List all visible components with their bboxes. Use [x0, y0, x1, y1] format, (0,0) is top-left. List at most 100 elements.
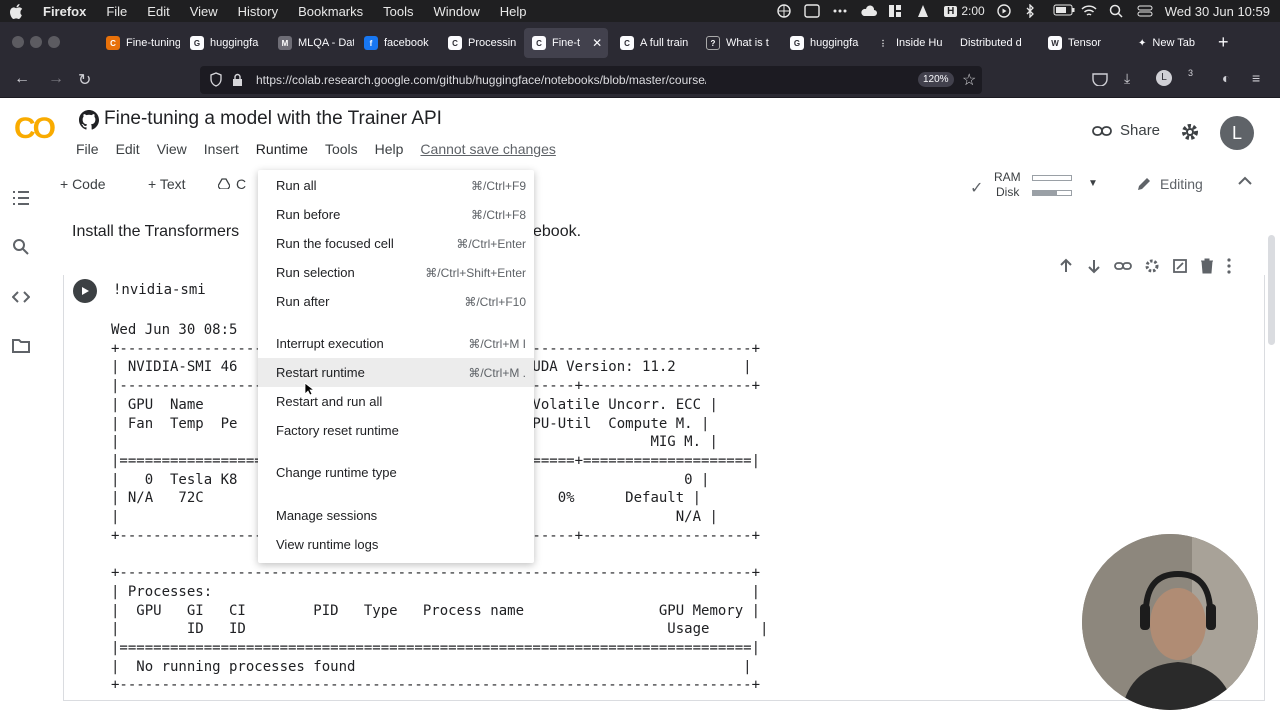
url-text[interactable]: https://colab.research.google.com/github…: [256, 73, 706, 87]
menubar-edit[interactable]: Edit: [137, 4, 179, 19]
control-center-icon[interactable]: [1137, 4, 1153, 18]
page-scrollbar[interactable]: [1268, 235, 1275, 345]
save-status-link[interactable]: Cannot save changes: [420, 141, 555, 157]
link-to-cell-icon[interactable]: [1114, 258, 1132, 274]
browser-tab[interactable]: C Fine-tuning: [98, 28, 180, 58]
zoom-level-badge[interactable]: 120%: [918, 72, 954, 87]
bookmark-star-icon[interactable]: ☆: [962, 70, 976, 90]
url-bar[interactable]: https://colab.research.google.com/github…: [200, 66, 982, 94]
reload-icon[interactable]: ↻: [78, 70, 91, 90]
add-text-button[interactable]: + Text: [148, 176, 186, 192]
browser-tab[interactable]: M MLQA - Dat: [270, 28, 354, 58]
menubar-app-name[interactable]: Firefox: [33, 4, 96, 19]
colab-logo[interactable]: CO: [14, 112, 56, 146]
play-icon[interactable]: [997, 4, 1013, 18]
grid-icon[interactable]: [888, 4, 904, 18]
lock-icon[interactable]: [232, 73, 243, 86]
browser-tab[interactable]: Distributed d: [952, 28, 1036, 58]
window-zoom-button[interactable]: [48, 36, 60, 48]
resource-meter[interactable]: RAM Disk: [972, 170, 1021, 200]
battery-icon[interactable]: [1053, 4, 1075, 18]
menubar-bookmarks[interactable]: Bookmarks: [288, 4, 373, 19]
spotlight-icon[interactable]: [1109, 4, 1125, 18]
menu-help[interactable]: Help: [375, 141, 404, 157]
menubar-clock[interactable]: Wed 30 Jun 10:59: [1165, 4, 1270, 19]
shield-icon[interactable]: [210, 72, 222, 87]
downloads-count-badge[interactable]: 3: [1188, 68, 1193, 78]
change-runtime-type-item[interactable]: Change runtime type: [258, 458, 534, 487]
pocket-icon[interactable]: [1092, 72, 1108, 86]
menu-runtime[interactable]: Runtime: [256, 141, 308, 157]
resources-dropdown-icon[interactable]: ▼: [1088, 178, 1098, 189]
settings-gear-icon[interactable]: [1180, 122, 1200, 142]
bluetooth-icon[interactable]: [1025, 4, 1041, 18]
menu-insert[interactable]: Insert: [204, 141, 239, 157]
battery-time-badge[interactable]: H 2:00: [944, 4, 985, 18]
run-selection-item[interactable]: Run selection ⌘/Ctrl+Shift+Enter: [258, 258, 534, 287]
new-tab-plus-icon[interactable]: +: [1218, 32, 1229, 53]
notebook-title[interactable]: Fine-tuning a model with the Trainer API: [104, 108, 442, 130]
browser-tab[interactable]: W Tensor: [1040, 28, 1106, 58]
restart-runtime-item[interactable]: Restart runtime ⌘/Ctrl+M .: [258, 358, 534, 387]
menu-tools[interactable]: Tools: [325, 141, 358, 157]
menubar-tools[interactable]: Tools: [373, 4, 423, 19]
back-arrow-icon[interactable]: ←: [14, 70, 30, 88]
interrupt-execution-item[interactable]: Interrupt execution ⌘/Ctrl+M I: [258, 329, 534, 358]
menubar-window[interactable]: Window: [424, 4, 490, 19]
more-dots-icon[interactable]: [832, 4, 848, 18]
browser-tab[interactable]: ⋮ Inside Hu: [868, 28, 952, 58]
share-button[interactable]: Share: [1092, 122, 1160, 139]
run-cell-button[interactable]: [73, 279, 97, 303]
view-runtime-logs-item[interactable]: View runtime logs: [258, 530, 534, 559]
forward-arrow-icon[interactable]: →: [48, 70, 64, 88]
hamburger-menu-icon[interactable]: ≡: [1252, 70, 1260, 86]
window-minimize-button[interactable]: [30, 36, 42, 48]
extension-icon[interactable]: ◐: [1222, 70, 1230, 86]
window-close-button[interactable]: [12, 36, 24, 48]
search-icon[interactable]: [12, 238, 30, 256]
more-options-icon[interactable]: [1226, 258, 1232, 274]
screen-icon[interactable]: [804, 4, 820, 18]
manage-sessions-item[interactable]: Manage sessions: [258, 501, 534, 530]
run-all-item[interactable]: Run all ⌘/Ctrl+F9: [258, 171, 534, 200]
cone-icon[interactable]: [916, 4, 932, 18]
menubar-file[interactable]: File: [96, 4, 137, 19]
move-cell-up-icon[interactable]: [1058, 258, 1074, 274]
tab-close-icon[interactable]: ✕: [592, 36, 602, 50]
browser-tab[interactable]: ? What is t: [698, 28, 782, 58]
add-code-button[interactable]: + Code: [60, 176, 106, 192]
factory-reset-runtime-item[interactable]: Factory reset runtime: [258, 416, 534, 445]
delete-cell-trash-icon[interactable]: [1200, 258, 1214, 274]
menu-view[interactable]: View: [157, 141, 187, 157]
browser-tab[interactable]: f facebook: [356, 28, 440, 58]
cell-code-editor[interactable]: !nvidia-smi: [113, 282, 206, 298]
browser-tab[interactable]: Ghuggingfa: [182, 28, 268, 58]
mirror-cell-icon[interactable]: [1172, 258, 1188, 274]
download-icon[interactable]: ⤓: [1124, 70, 1130, 87]
browser-tab[interactable]: ✦ New Tab: [1130, 28, 1200, 58]
move-cell-down-icon[interactable]: [1086, 258, 1102, 274]
menubar-history[interactable]: History: [228, 4, 288, 19]
apple-icon[interactable]: [0, 3, 33, 19]
globe-icon[interactable]: [776, 4, 792, 18]
restart-and-run-all-item[interactable]: Restart and run all: [258, 387, 534, 416]
cloud-upload-icon[interactable]: [860, 4, 878, 18]
menu-file[interactable]: File: [76, 141, 99, 157]
browser-tab-active[interactable]: C Fine-t ✕: [524, 28, 608, 58]
browser-tab[interactable]: C Processin: [440, 28, 524, 58]
run-focused-cell-item[interactable]: Run the focused cell ⌘/Ctrl+Enter: [258, 229, 534, 258]
editing-mode-button[interactable]: Editing: [1136, 176, 1203, 192]
copy-to-drive-button[interactable]: C: [218, 176, 246, 192]
browser-tab[interactable]: Ghuggingfa: [782, 28, 866, 58]
run-before-item[interactable]: Run before ⌘/Ctrl+F8: [258, 200, 534, 229]
code-snippets-icon[interactable]: [12, 290, 30, 304]
user-avatar[interactable]: L: [1220, 116, 1254, 150]
files-folder-icon[interactable]: [12, 338, 30, 353]
account-icon[interactable]: L: [1156, 70, 1172, 86]
run-after-item[interactable]: Run after ⌘/Ctrl+F10: [258, 287, 534, 316]
menu-edit[interactable]: Edit: [116, 141, 140, 157]
menubar-view[interactable]: View: [180, 4, 228, 19]
cell-settings-gear-icon[interactable]: [1144, 258, 1160, 274]
wifi-icon[interactable]: [1081, 4, 1097, 18]
collapse-header-icon[interactable]: [1238, 176, 1252, 186]
